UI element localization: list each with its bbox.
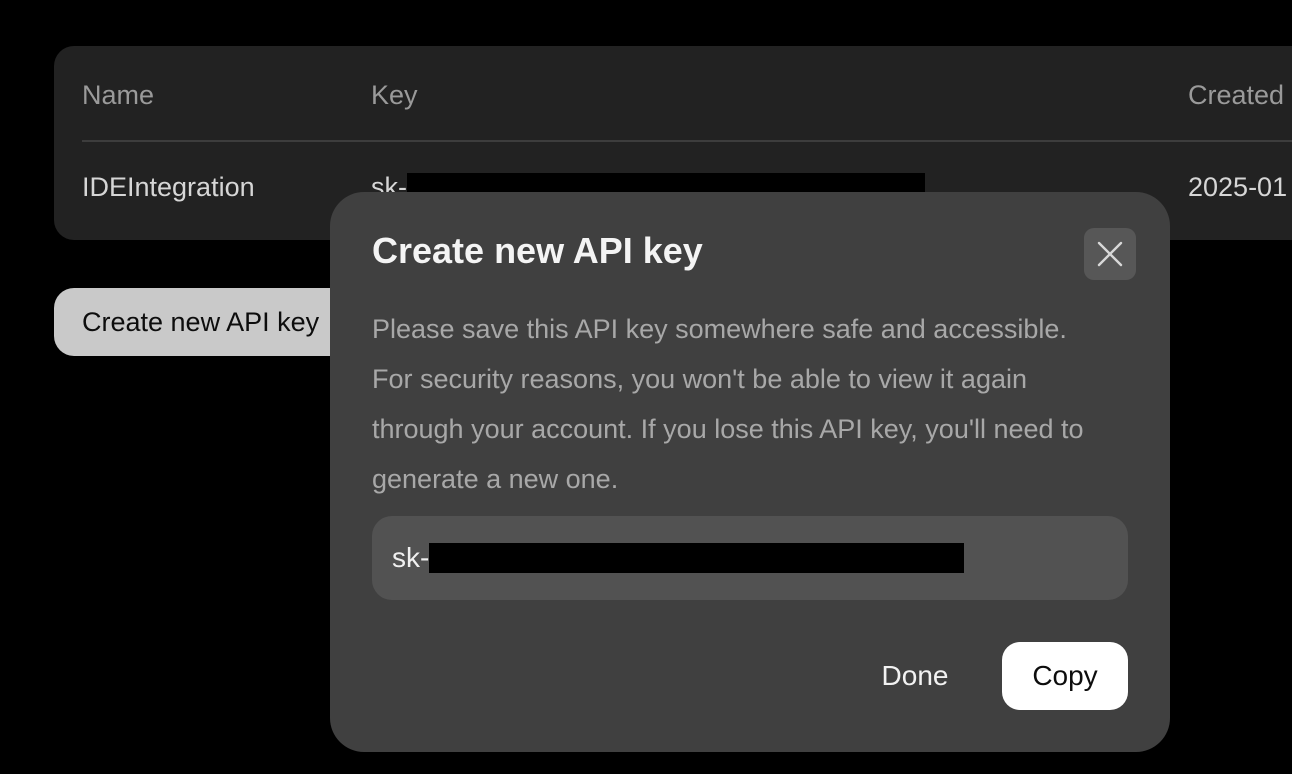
- table-header-divider: [82, 140, 1292, 142]
- row-created-cell: 2025-01: [1188, 172, 1288, 202]
- copy-button[interactable]: Copy: [1002, 642, 1128, 710]
- column-header-created: Created: [1188, 80, 1285, 110]
- create-api-key-button[interactable]: Create new API key: [54, 288, 354, 356]
- api-key-field[interactable]: sk-: [372, 516, 1128, 600]
- modal-title: Create new API key: [372, 230, 703, 271]
- row-name-cell: IDEIntegration: [82, 172, 255, 202]
- modal-description: Please save this API key somewhere safe …: [372, 314, 1084, 494]
- api-key-prefix: sk-: [392, 542, 430, 573]
- create-api-key-modal: Create new API key Please save this API …: [330, 192, 1170, 752]
- close-icon: [1097, 241, 1123, 267]
- modal-close-button[interactable]: [1084, 228, 1136, 280]
- column-header-name: Name: [82, 80, 155, 110]
- redacted-key-bar: [429, 543, 965, 573]
- column-header-key: Key: [371, 80, 418, 110]
- done-button[interactable]: Done: [860, 642, 970, 710]
- api-keys-page: Name Key Created IDEIntegration sk- 2025…: [0, 0, 1292, 774]
